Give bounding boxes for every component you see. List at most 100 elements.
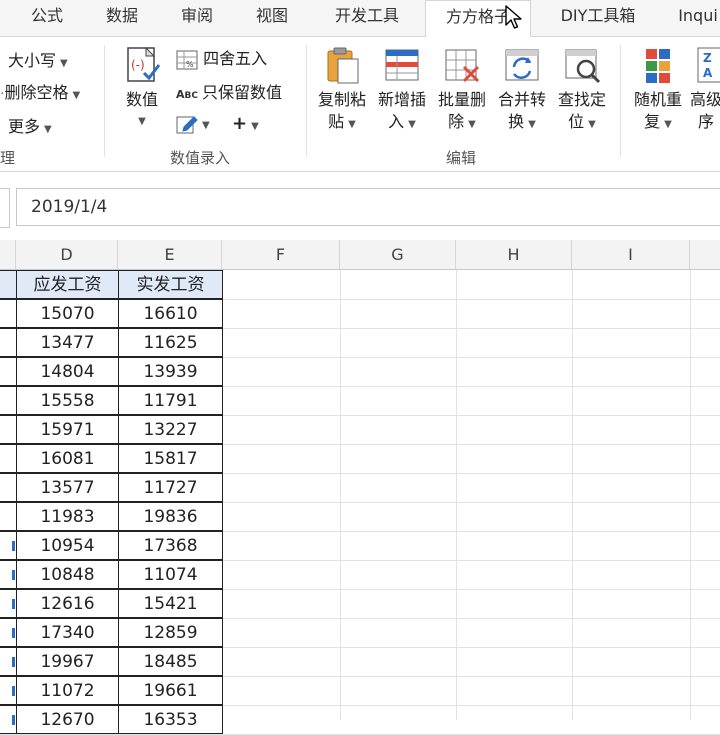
table-cell[interactable]: 11625 (118, 328, 223, 357)
column-header-f[interactable]: F (222, 240, 340, 270)
table-cell-c[interactable] (0, 589, 17, 618)
name-box[interactable] (0, 188, 10, 228)
column-header-g[interactable]: G (340, 240, 456, 270)
round-button[interactable]: % 四舍五入 (176, 45, 267, 70)
table-header-cell[interactable]: 应发工资 (16, 270, 119, 299)
table-cell-c[interactable] (0, 386, 17, 415)
table-header-cell-c[interactable] (0, 270, 17, 299)
advanced-sort-label-2: 序 (698, 112, 715, 131)
column-header-j[interactable] (690, 240, 720, 270)
batch-delete-label-2: 除 ▼ (448, 112, 476, 131)
copy-paste-button[interactable]: 复制粘 贴 ▼ (314, 45, 370, 136)
table-cell[interactable]: 13939 (118, 357, 223, 386)
table-cell[interactable]: 11074 (118, 560, 223, 589)
keep-values-label: 只保留数值 (201, 83, 282, 102)
chevron-down-icon: ▼ (202, 120, 210, 131)
merge-convert-icon (502, 45, 542, 85)
tab-review[interactable]: 审阅 (172, 0, 222, 36)
copy-paste-label-2: 贴 ▼ (328, 112, 356, 131)
tab-data[interactable]: 数据 (97, 0, 147, 36)
column-header-d[interactable]: D (16, 240, 118, 270)
table-cell[interactable]: 14804 (16, 357, 119, 386)
table-cell-c[interactable] (0, 676, 17, 705)
column-header-c[interactable] (0, 240, 16, 270)
find-locate-label-1: 查找定 (557, 90, 606, 109)
keep-values-button[interactable]: ABC 只保留数值 (176, 79, 282, 103)
tab-diy-toolbox[interactable]: DIY工具箱 (548, 0, 648, 36)
table-cell-c[interactable] (0, 502, 17, 531)
column-header-i[interactable]: I (572, 240, 690, 270)
table-cell[interactable]: 16610 (118, 299, 223, 328)
chevron-down-icon: ▼ (60, 58, 68, 69)
more-button[interactable]: 更多 ▼ (8, 113, 52, 137)
advanced-sort-button[interactable]: Z A 高级 序 (690, 45, 720, 133)
table-cell[interactable]: 11727 (118, 473, 223, 502)
table-cell[interactable]: 11983 (16, 502, 119, 531)
mouse-cursor-icon (505, 5, 523, 35)
find-locate-icon (562, 45, 602, 85)
chevron-down-icon: ▼ (468, 119, 476, 130)
remove-spaces-button[interactable]: ·删除空格 ▼ (0, 79, 80, 103)
table-cell[interactable]: 15558 (16, 386, 119, 415)
merge-convert-button[interactable]: 合并转 换 ▼ (494, 45, 550, 136)
random-repeat-icon (638, 45, 678, 85)
batch-delete-label-1: 批量删 (437, 90, 486, 109)
chevron-down-icon: ▼ (251, 121, 259, 132)
table-cell-c[interactable] (0, 473, 17, 502)
merge-convert-label-1: 合并转 (497, 90, 546, 109)
table-cell[interactable]: 13227 (118, 415, 223, 444)
tab-formulas[interactable]: 公式 (22, 0, 72, 36)
tab-developer[interactable]: 开发工具 (325, 0, 409, 36)
cell-indicator (12, 628, 15, 638)
table-cell-c[interactable] (0, 618, 17, 647)
table-cell-c[interactable] (0, 415, 17, 444)
table-cell[interactable]: 19967 (16, 647, 119, 676)
ribbon: 大小写 ▼ ·删除空格 ▼ 更多 ▼ 理 (-) 数值 ▼ % 四舍五入 ABC… (0, 36, 720, 172)
table-cell[interactable]: 11072 (16, 676, 119, 705)
random-repeat-button[interactable]: 随机重 复 ▼ (630, 45, 686, 136)
table-cell[interactable]: 10954 (16, 531, 119, 560)
copy-paste-label-1: 复制粘 (317, 90, 366, 109)
table-cell[interactable]: 11791 (118, 386, 223, 415)
table-cell[interactable]: 10848 (16, 560, 119, 589)
table-cell-c[interactable] (0, 299, 17, 328)
table-cell-c[interactable] (0, 531, 17, 560)
svg-text:(-): (-) (131, 58, 145, 72)
table-cell[interactable]: 12616 (16, 589, 119, 618)
table-cell[interactable]: 15070 (16, 299, 119, 328)
table-cell-c[interactable] (0, 560, 17, 589)
insert-button[interactable]: + ▼ (232, 113, 259, 134)
table-cell[interactable]: 18485 (118, 647, 223, 676)
plus-icon: + (232, 113, 248, 134)
edit-dropdown-button[interactable]: ▼ (176, 113, 210, 134)
table-cell[interactable]: 17368 (118, 531, 223, 560)
number-button[interactable]: (-) 数值 ▼ (114, 45, 170, 133)
insert-new-button[interactable]: 新增插 入 ▼ (374, 45, 430, 136)
table-cell[interactable]: 15817 (118, 444, 223, 473)
case-button[interactable]: 大小写 ▼ (8, 47, 68, 71)
formula-input[interactable]: 2019/1/4 (16, 188, 720, 226)
table-cell[interactable]: 19836 (118, 502, 223, 531)
table-header-cell[interactable]: 实发工资 (118, 270, 223, 299)
cell-indicator (12, 541, 15, 551)
table-cell[interactable]: 17340 (16, 618, 119, 647)
table-cell[interactable]: 12859 (118, 618, 223, 647)
table-cell[interactable]: 15421 (118, 589, 223, 618)
find-locate-button[interactable]: 查找定 位 ▼ (554, 45, 610, 136)
table-cell-c[interactable] (0, 328, 17, 357)
table-cell-c[interactable] (0, 357, 17, 386)
table-cell[interactable]: 13477 (16, 328, 119, 357)
table-cell[interactable]: 13577 (16, 473, 119, 502)
tab-inquire[interactable]: Inqui (668, 0, 720, 36)
table-cell[interactable]: 19661 (118, 676, 223, 705)
table-cell[interactable]: 15971 (16, 415, 119, 444)
tab-view[interactable]: 视图 (247, 0, 297, 36)
table-cell-c[interactable] (0, 444, 17, 473)
find-locate-label-2: 位 ▼ (568, 112, 596, 131)
batch-delete-button[interactable]: 批量删 除 ▼ (434, 45, 490, 136)
table-cell[interactable]: 16081 (16, 444, 119, 473)
edit-sheet-icon (176, 115, 198, 133)
column-header-h[interactable]: H (456, 240, 572, 270)
column-header-e[interactable]: E (118, 240, 222, 270)
table-cell-c[interactable] (0, 647, 17, 676)
